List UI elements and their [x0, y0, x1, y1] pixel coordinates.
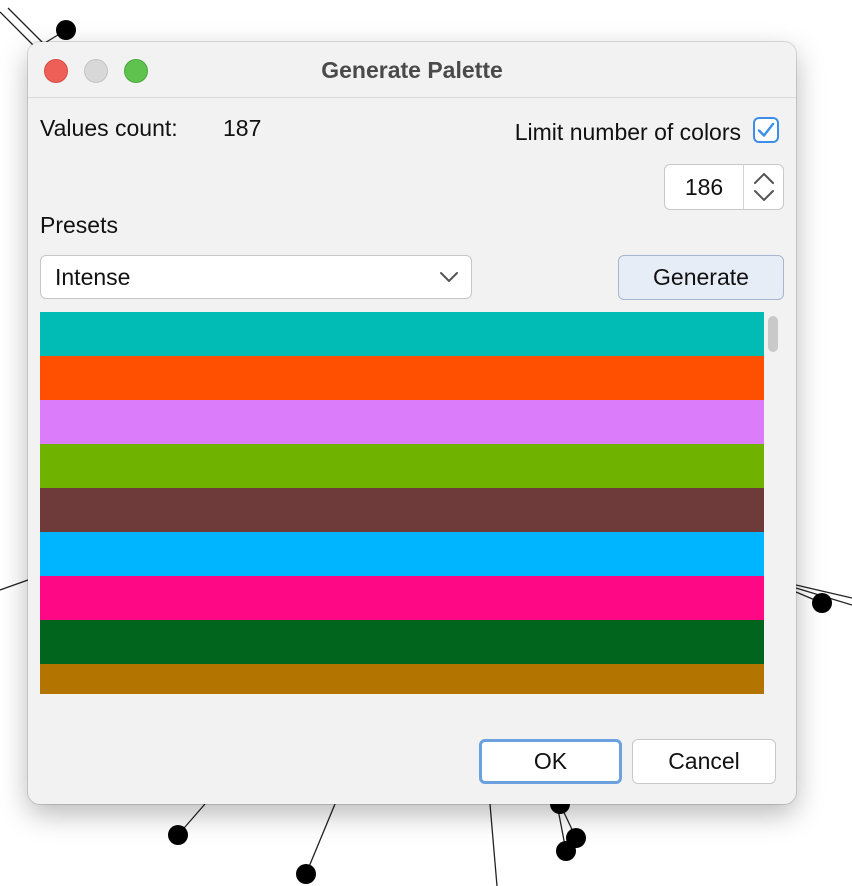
color-swatch[interactable]: [40, 488, 764, 532]
limit-colors-checkbox[interactable]: [753, 117, 779, 143]
generate-button[interactable]: Generate: [618, 255, 784, 300]
color-swatch[interactable]: [40, 576, 764, 620]
stepper-arrows-icon[interactable]: [745, 165, 783, 209]
presets-dropdown[interactable]: Intense: [40, 255, 472, 299]
values-count-label: Values count:: [40, 115, 178, 141]
color-limit-value[interactable]: 186: [665, 173, 743, 201]
swatch-list-scrollbar[interactable]: [768, 316, 778, 352]
color-swatch[interactable]: [40, 444, 764, 488]
chevron-down-icon: [440, 272, 458, 282]
values-count-value: 187: [223, 115, 262, 141]
ok-button[interactable]: OK: [479, 739, 622, 784]
color-swatch[interactable]: [40, 356, 764, 400]
stepper-divider: [743, 165, 744, 209]
dialog-title: Generate Palette: [321, 57, 503, 83]
limit-colors-label: Limit number of colors: [514, 119, 741, 145]
presets-label: Presets: [40, 212, 118, 238]
title-bar[interactable]: Generate Palette: [28, 42, 796, 98]
cancel-button[interactable]: Cancel: [632, 739, 776, 784]
color-swatch[interactable]: [40, 620, 764, 664]
color-swatch[interactable]: [40, 532, 764, 576]
color-swatch[interactable]: [40, 664, 764, 694]
generate-palette-dialog: Generate Palette Values count: 187 Limit…: [28, 42, 796, 804]
checkmark-icon: [757, 122, 775, 137]
color-swatch[interactable]: [40, 400, 764, 444]
color-swatch[interactable]: [40, 312, 764, 356]
color-swatch-list[interactable]: [40, 312, 764, 694]
color-limit-stepper[interactable]: 186: [664, 164, 784, 210]
presets-selected-value: Intense: [55, 264, 131, 290]
